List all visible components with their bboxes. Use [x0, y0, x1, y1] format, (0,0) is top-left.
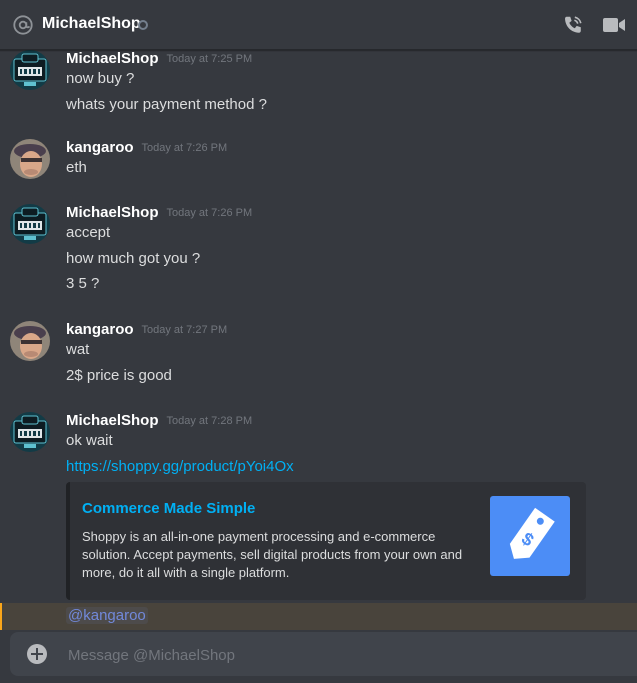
message-author[interactable]: MichaelShop Today at 7:25 PM	[66, 50, 252, 67]
message-input[interactable]	[66, 642, 610, 668]
kangaroo-avatar[interactable]	[10, 139, 50, 179]
message-text: 2$ price is good	[66, 367, 172, 384]
kangaroo-avatar[interactable]	[10, 321, 50, 361]
message-author[interactable]: MichaelShop Today at 7:26 PM	[66, 204, 252, 221]
video-camera-icon[interactable]	[602, 14, 626, 36]
status-indicator	[138, 20, 148, 30]
michaelshop-avatar[interactable]	[10, 412, 50, 452]
message-composer	[10, 632, 637, 676]
message-author[interactable]: kangaroo Today at 7:27 PM	[66, 321, 227, 338]
message-timestamp: Today at 7:26 PM	[166, 207, 253, 219]
message-text: 3 5 ?	[66, 275, 100, 292]
message-link[interactable]: https://shoppy.gg/product/pYoi4Ox	[66, 458, 294, 475]
author-name[interactable]: MichaelShop	[66, 412, 159, 429]
message-timestamp: Today at 7:27 PM	[141, 324, 228, 336]
message-text: eth	[66, 159, 87, 176]
phone-call-icon[interactable]	[562, 14, 584, 36]
message-text: now buy ?	[66, 70, 135, 87]
shoppy-tag-icon[interactable]: $	[490, 496, 570, 576]
message-list: MichaelShop Today at 7:25 PM now buy ? wh…	[0, 50, 637, 630]
embed-description: Shoppy is an all-in-one payment processi…	[82, 529, 463, 580]
user-mention[interactable]: @kangaroo	[66, 607, 148, 624]
author-name[interactable]: MichaelShop	[66, 50, 159, 67]
plus-circle-icon[interactable]	[27, 644, 47, 664]
message-text: accept	[66, 224, 111, 241]
message-timestamp: Today at 7:26 PM	[141, 142, 228, 154]
author-name[interactable]: kangaroo	[66, 139, 134, 156]
mention-highlight: @kangaroo	[0, 603, 637, 630]
michaelshop-avatar[interactable]	[10, 204, 50, 244]
embed-title[interactable]: Commerce Made Simple	[82, 500, 255, 517]
message-text: ok wait	[66, 432, 113, 449]
message-group: MichaelShop Today at 7:28 PM ok wait http…	[0, 412, 637, 630]
dm-title: MichaelShop	[42, 15, 141, 32]
message-author[interactable]: kangaroo Today at 7:26 PM	[66, 139, 227, 156]
message-text: how much got you ?	[66, 250, 201, 267]
at-icon	[13, 15, 33, 35]
message-timestamp: Today at 7:28 PM	[166, 415, 253, 427]
author-name[interactable]: MichaelShop	[66, 204, 159, 221]
link-embed: Commerce Made Simple Shoppy is an all-in…	[66, 482, 586, 600]
message-author[interactable]: MichaelShop Today at 7:28 PM	[66, 412, 252, 429]
message-text: whats your payment method ?	[66, 96, 267, 113]
message-text: wat	[66, 341, 90, 358]
author-name[interactable]: kangaroo	[66, 321, 134, 338]
message-timestamp: Today at 7:25 PM	[166, 53, 253, 65]
channel-header: MichaelShop	[0, 0, 637, 50]
michaelshop-avatar[interactable]	[10, 50, 50, 90]
